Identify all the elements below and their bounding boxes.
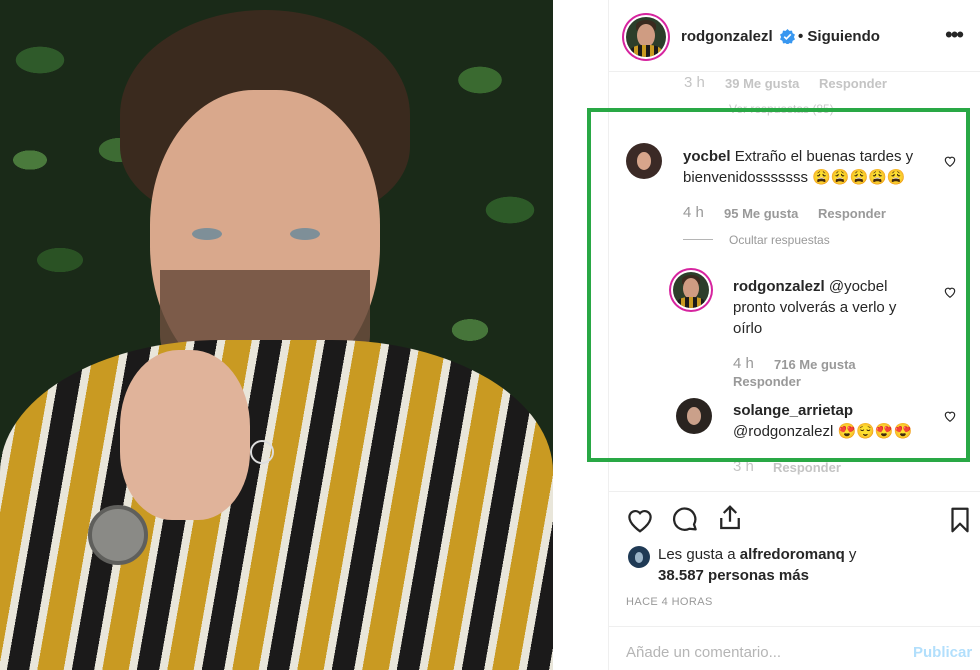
verified-icon [780, 29, 795, 44]
bookmark-icon[interactable] [945, 505, 975, 535]
publish-button[interactable]: Publicar [913, 644, 972, 661]
likes-prefix: Les gusta a [658, 546, 740, 563]
photo-zipper [250, 440, 274, 464]
comment-icon[interactable] [670, 505, 700, 535]
post-actions-section: Les gusta a alfredoromanq y 38.587 perso… [609, 491, 980, 670]
likes-summary: Les gusta a alfredoromanq y 38.587 perso… [658, 544, 856, 586]
photo-eye-right [290, 228, 320, 240]
post-photo [0, 0, 553, 670]
photo-eye-left [192, 228, 222, 240]
share-icon[interactable] [715, 503, 745, 533]
prev-comment-time: 3 h [684, 74, 705, 91]
photo-hand [120, 350, 250, 520]
more-options-button[interactable]: ••• [945, 22, 964, 48]
author-username[interactable]: rodgonzalezl [681, 28, 773, 45]
add-comment-bar: Añade un comentario... Publicar [609, 626, 980, 670]
like-heart-icon[interactable] [625, 505, 655, 535]
following-status[interactable]: • Siguiendo [798, 28, 880, 45]
comment-input[interactable]: Añade un comentario... [626, 644, 781, 661]
post-time-ago[interactable]: HACE 4 HORAS [626, 596, 713, 608]
liker-avatar[interactable] [628, 546, 650, 568]
photo-watch [88, 505, 148, 565]
highlight-box [587, 108, 970, 462]
likes-suffix: y [844, 546, 857, 563]
prev-comment-reply-button[interactable]: Responder [819, 76, 887, 91]
photo-sweater [0, 340, 553, 670]
prev-comment-likes[interactable]: 39 Me gusta [725, 76, 799, 91]
likes-count[interactable]: 38.587 personas más [658, 567, 809, 584]
likes-user[interactable]: alfredoromanq [740, 546, 845, 563]
author-avatar[interactable] [626, 17, 666, 57]
reply2-reply-button[interactable]: Responder [773, 460, 841, 475]
post-header: rodgonzalezl • Siguiendo ••• [609, 0, 980, 72]
